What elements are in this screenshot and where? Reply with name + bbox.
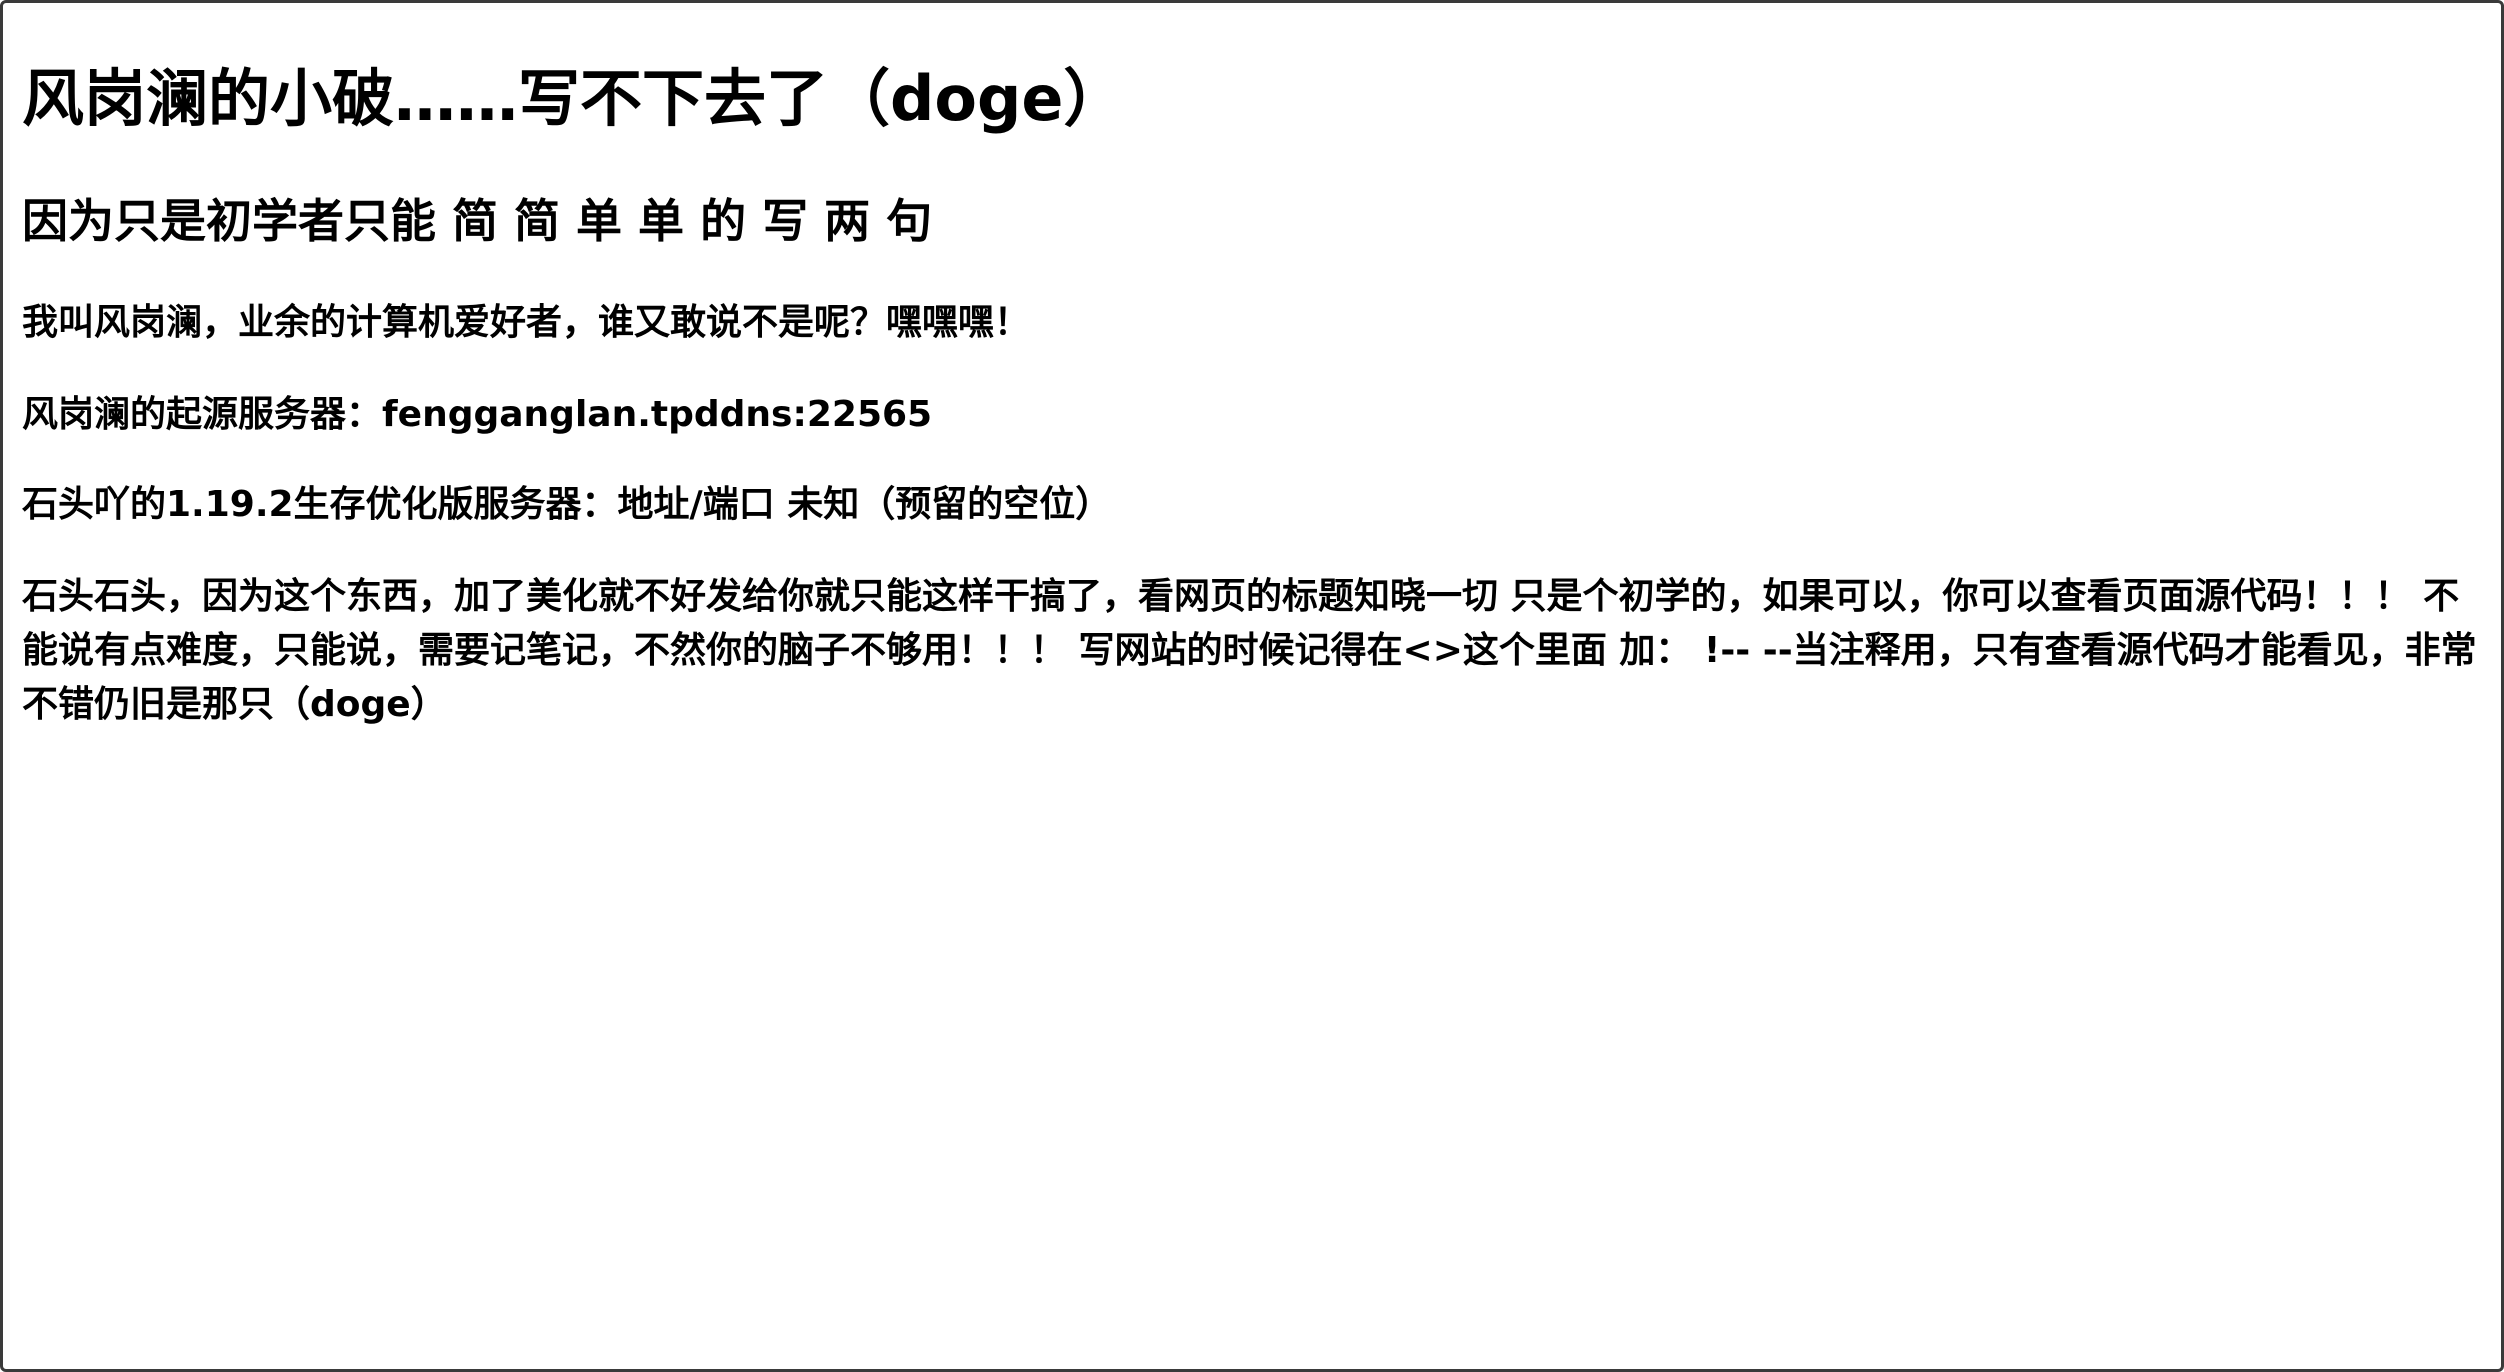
note-paragraph: 石头石头，因为这个东西，加了美化就不好发给你就只能这样干搞了，看网页的标题知晓一… <box>22 576 2477 725</box>
page-subtitle: 因为只是初学者只能 简 简 单 单 的 写 两 句 <box>22 194 933 248</box>
browser-viewport: 风岗澜的小破……写不下去了（doge） 因为只是初学者只能 简 简 单 单 的 … <box>0 0 2504 1372</box>
page-title: 风岗澜的小破……写不下去了（doge） <box>22 62 1126 135</box>
origin-server-paragraph: 风岗澜的起源服务器：fengganglan.tpddns:22565 <box>22 394 933 435</box>
intro-paragraph: 我叫风岗澜，业余的计算机爱好者，谁又敢说不是呢？嘿嘿嘿！ <box>22 302 1031 343</box>
survival-server-paragraph: 石头吖的1.19.2生存优化版服务器：地址/端口 未知（预留的空位） <box>22 484 1112 525</box>
